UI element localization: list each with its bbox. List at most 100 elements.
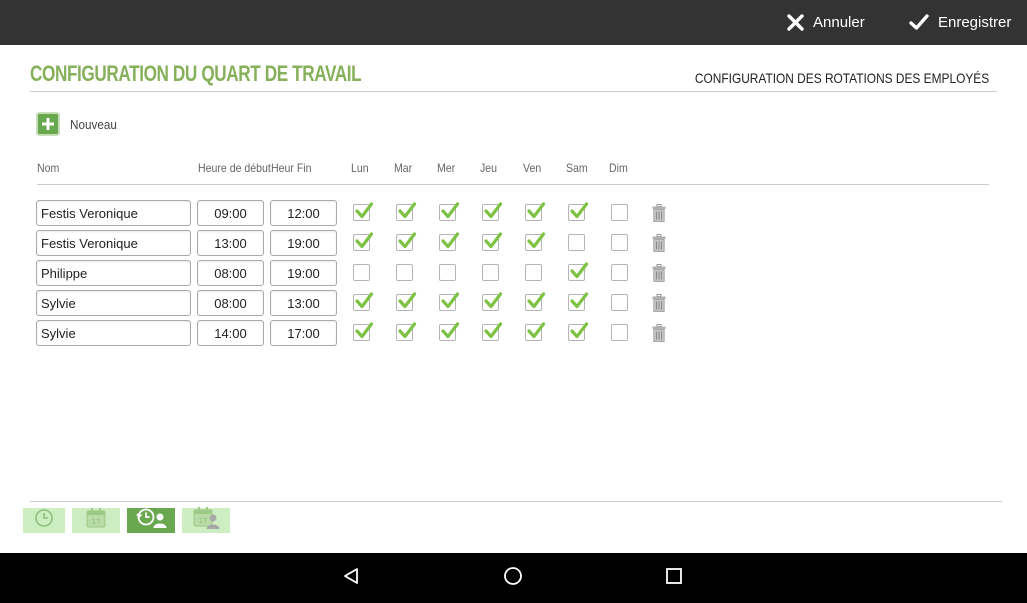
checkmark-icon bbox=[355, 292, 374, 309]
tab-shift-clock[interactable] bbox=[23, 508, 65, 533]
day-checkbox-jeu[interactable] bbox=[482, 322, 503, 341]
checkmark-icon bbox=[441, 322, 460, 339]
checkmark-icon bbox=[441, 232, 460, 249]
shift-end-field[interactable]: 19:00 bbox=[270, 260, 337, 286]
cancel-button[interactable]: Annuler bbox=[787, 0, 865, 45]
clock-icon bbox=[34, 508, 54, 533]
day-checkbox-mar[interactable] bbox=[396, 292, 417, 311]
day-checkbox-lun[interactable] bbox=[353, 322, 374, 341]
day-checkbox-lun[interactable] bbox=[353, 264, 370, 281]
nav-recents-button[interactable] bbox=[662, 566, 686, 590]
shift-name-field[interactable]: Festis Veronique bbox=[36, 230, 191, 256]
shift-start-field[interactable]: 08:00 bbox=[197, 290, 264, 316]
day-checkbox-dim[interactable] bbox=[611, 264, 628, 281]
day-checkbox-dim[interactable] bbox=[611, 294, 628, 311]
svg-text:17: 17 bbox=[199, 517, 208, 525]
header-divider bbox=[37, 184, 989, 185]
shift-start-field[interactable]: 13:00 bbox=[197, 230, 264, 256]
day-checkbox-ven[interactable] bbox=[525, 202, 546, 221]
nav-back-button[interactable] bbox=[339, 566, 363, 590]
shift-name-field[interactable]: Sylvie bbox=[36, 320, 191, 346]
checkmark-icon bbox=[527, 322, 546, 339]
checkmark-icon bbox=[484, 232, 503, 249]
day-checkbox-dim[interactable] bbox=[611, 324, 628, 341]
checkmark-icon bbox=[398, 202, 417, 219]
top-bar: Annuler Enregistrer bbox=[0, 0, 1027, 45]
day-checkbox-sam[interactable] bbox=[568, 292, 589, 311]
day-checkbox-dim[interactable] bbox=[611, 204, 628, 221]
day-checkbox-lun[interactable] bbox=[353, 202, 374, 221]
day-checkbox-lun[interactable] bbox=[353, 232, 374, 251]
checkmark-icon bbox=[570, 262, 589, 279]
checkmark-icon bbox=[441, 292, 460, 309]
shift-end-field[interactable]: 13:00 bbox=[270, 290, 337, 316]
day-checkbox-ven[interactable] bbox=[525, 264, 542, 281]
column-header-jeu: Jeu bbox=[480, 161, 498, 175]
day-checkbox-mer[interactable] bbox=[439, 292, 460, 311]
column-header-ven: Ven bbox=[523, 161, 542, 175]
save-button[interactable]: Enregistrer bbox=[909, 0, 1011, 45]
tab-employee-rotation[interactable] bbox=[127, 508, 175, 533]
close-icon bbox=[787, 14, 804, 31]
shift-end-field[interactable]: 12:00 bbox=[270, 200, 337, 226]
shift-start-field[interactable]: 09:00 bbox=[197, 200, 264, 226]
shift-row: Sylvie 08:00 13:00 bbox=[0, 290, 1027, 316]
svg-text:17: 17 bbox=[92, 518, 101, 526]
day-checkbox-mar[interactable] bbox=[396, 232, 417, 251]
day-checkbox-ven[interactable] bbox=[525, 232, 546, 251]
day-checkbox-jeu[interactable] bbox=[482, 292, 503, 311]
day-checkbox-mer[interactable] bbox=[439, 322, 460, 341]
shift-start-field[interactable]: 08:00 bbox=[197, 260, 264, 286]
column-header-mer: Mer bbox=[437, 161, 456, 175]
delete-shift-button[interactable] bbox=[652, 264, 666, 282]
shift-start-field[interactable]: 14:00 bbox=[197, 320, 264, 346]
day-checkbox-jeu[interactable] bbox=[482, 232, 503, 251]
shift-name-field[interactable]: Festis Veronique bbox=[36, 200, 191, 226]
shift-name-field[interactable]: Philippe bbox=[36, 260, 191, 286]
checkmark-icon bbox=[527, 202, 546, 219]
column-header-dim: Dim bbox=[609, 161, 628, 175]
clock-user-icon bbox=[134, 507, 168, 534]
day-checkbox-ven[interactable] bbox=[525, 292, 546, 311]
nav-home-button[interactable] bbox=[501, 566, 525, 590]
day-checkbox-jeu[interactable] bbox=[482, 202, 503, 221]
day-checkbox-mer[interactable] bbox=[439, 264, 456, 281]
day-checkbox-sam[interactable] bbox=[568, 202, 589, 221]
new-shift-label: Nouveau bbox=[70, 116, 117, 132]
checkmark-icon bbox=[441, 202, 460, 219]
checkmark-icon bbox=[398, 322, 417, 339]
employee-rotation-config-link[interactable]: CONFIGURATION DES ROTATIONS DES EMPLOYÉS bbox=[695, 70, 989, 86]
day-checkbox-sam[interactable] bbox=[568, 262, 589, 281]
tab-employee-calendar[interactable]: 17 bbox=[182, 506, 230, 535]
column-header-start: Heure de début bbox=[198, 161, 271, 175]
shift-row: Festis Veronique 13:00 19:00 bbox=[0, 230, 1027, 256]
calendar-user-icon: 17 bbox=[189, 506, 223, 535]
cancel-label: Annuler bbox=[813, 14, 865, 31]
checkmark-icon bbox=[570, 292, 589, 309]
day-checkbox-lun[interactable] bbox=[353, 292, 374, 311]
checkmark-icon bbox=[398, 232, 417, 249]
save-label: Enregistrer bbox=[938, 14, 1012, 31]
day-checkbox-ven[interactable] bbox=[525, 322, 546, 341]
day-checkbox-mer[interactable] bbox=[439, 232, 460, 251]
column-header-lun: Lun bbox=[351, 161, 369, 175]
day-checkbox-mer[interactable] bbox=[439, 202, 460, 221]
shift-end-field[interactable]: 17:00 bbox=[270, 320, 337, 346]
recents-square-icon bbox=[665, 567, 683, 590]
delete-shift-button[interactable] bbox=[652, 294, 666, 312]
day-checkbox-sam[interactable] bbox=[568, 322, 589, 341]
delete-shift-button[interactable] bbox=[652, 204, 666, 222]
day-checkbox-mar[interactable] bbox=[396, 322, 417, 341]
day-checkbox-mar[interactable] bbox=[396, 264, 413, 281]
day-checkbox-jeu[interactable] bbox=[482, 264, 499, 281]
new-shift-button[interactable]: Nouveau bbox=[36, 112, 122, 136]
shift-name-field[interactable]: Sylvie bbox=[36, 290, 191, 316]
tab-calendar[interactable]: 17 bbox=[72, 508, 120, 533]
delete-shift-button[interactable] bbox=[652, 234, 666, 252]
day-checkbox-dim[interactable] bbox=[611, 234, 628, 251]
page-title: CONFIGURATION DU QUART DE TRAVAIL bbox=[30, 61, 362, 86]
shift-end-field[interactable]: 19:00 bbox=[270, 230, 337, 256]
day-checkbox-sam[interactable] bbox=[568, 234, 585, 251]
delete-shift-button[interactable] bbox=[652, 324, 666, 342]
day-checkbox-mar[interactable] bbox=[396, 202, 417, 221]
